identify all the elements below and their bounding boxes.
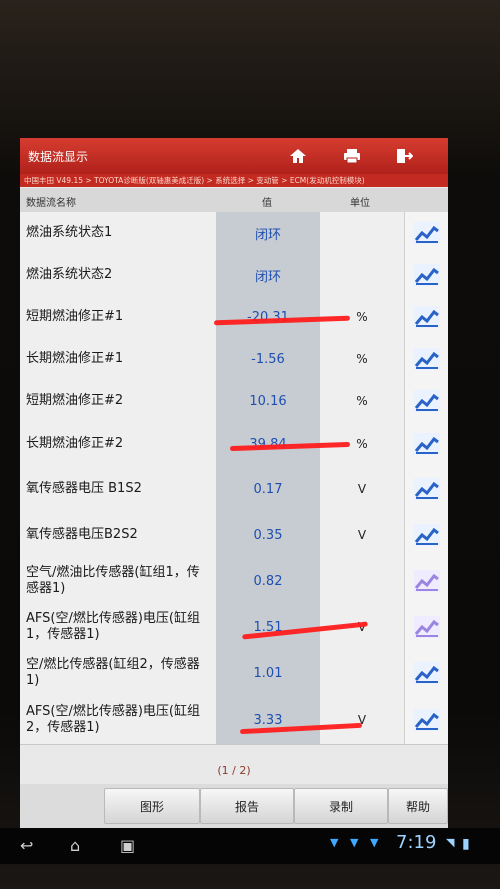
home-nav-icon[interactable]: ⌂ [70, 836, 80, 855]
row-value: 闭环 [216, 212, 320, 254]
row-unit [324, 650, 400, 696]
back-icon[interactable]: ↩ [20, 836, 33, 855]
row-unit: V [357, 528, 367, 542]
header-unit: 单位 [350, 198, 370, 209]
graph-icon[interactable] [404, 696, 448, 744]
shield-icon: ▼ [350, 836, 359, 849]
graph-icon[interactable] [404, 466, 448, 512]
row-value: 0.35 [216, 512, 320, 558]
table-row[interactable]: 空/燃比传感器(缸组2，传感器1) 1.01 [20, 650, 448, 697]
row-unit: V [357, 482, 367, 496]
table-header: 数据流名称 值 单位 [20, 188, 448, 212]
row-name: 燃油系统状态1 [26, 224, 113, 240]
row-name: 短期燃油修正#1 [26, 308, 124, 324]
row-name: 空/燃比传感器(缸组2，传感器1) [26, 656, 200, 688]
row-unit: V [357, 713, 367, 727]
table-row[interactable]: AFS(空/燃比传感器)电压(缸组1，传感器1) 1.51 V [20, 604, 448, 651]
android-nav-bar: ↩ ⌂ ▣ ▼ ▼ ▼ 7:19 ◥ ▮ [0, 828, 500, 864]
wifi-icon: ◥ [446, 836, 455, 849]
printer-icon[interactable] [340, 144, 364, 168]
table-row[interactable]: 燃油系统状态2 闭环 [20, 254, 448, 297]
table-row[interactable]: 燃油系统状态1 闭环 [20, 212, 448, 255]
report-button[interactable]: 报告 [200, 788, 294, 824]
page-indicator: (1 / 2) [217, 764, 251, 777]
home-icon[interactable] [286, 144, 310, 168]
page-title: 数据流显示 [28, 150, 89, 164]
graph-icon[interactable] [404, 254, 448, 296]
recent-apps-icon[interactable]: ▣ [120, 836, 135, 855]
row-value: 3.33 [216, 696, 320, 744]
row-name: 空气/燃油比传感器(缸组1，传感器1) [26, 564, 200, 596]
graph-icon[interactable] [404, 650, 448, 696]
row-value: -1.56 [216, 338, 320, 380]
table-row[interactable]: 长期燃油修正#1 -1.56 % [20, 338, 448, 381]
graph-button[interactable]: 图形 [104, 788, 200, 824]
row-name: 短期燃油修正#2 [26, 392, 124, 408]
graph-icon[interactable] [404, 604, 448, 650]
shield-icon: ▼ [330, 836, 339, 849]
graph-icon[interactable] [404, 338, 448, 380]
record-button[interactable]: 录制 [294, 788, 388, 824]
row-value: 0.17 [216, 466, 320, 512]
row-value: 0.82 [216, 558, 320, 604]
graph-icon[interactable] [404, 212, 448, 254]
exit-icon[interactable] [392, 144, 416, 168]
table-row[interactable]: 空气/燃油比传感器(缸组1，传感器1) 0.82 [20, 558, 448, 605]
table-row[interactable]: 氧传感器电压B2S2 0.35 V [20, 512, 448, 559]
row-name: 燃油系统状态2 [26, 266, 113, 282]
row-value: 10.16 [216, 380, 320, 422]
table-row[interactable]: 短期燃油修正#1 -20.31 % [20, 296, 448, 339]
table-row[interactable]: 氧传感器电压 B1S2 0.17 V [20, 466, 448, 513]
graph-icon[interactable] [404, 512, 448, 558]
row-name: AFS(空/燃比传感器)电压(缸组2，传感器1) [26, 703, 200, 735]
row-unit [324, 254, 400, 296]
breadcrumb: 中国丰田 V49.15 > TOYOTA诊断版(双轴惠美成迁版) > 系统选择 … [20, 174, 448, 187]
graph-icon[interactable] [404, 296, 448, 338]
header-name: 数据流名称 [26, 198, 76, 209]
graph-icon[interactable] [404, 422, 448, 466]
row-name: 长期燃油修正#2 [26, 435, 124, 451]
title-bar: 数据流显示 [20, 138, 448, 174]
row-name: AFS(空/燃比传感器)电压(缸组1，传感器1) [26, 610, 200, 642]
row-unit [324, 212, 400, 254]
row-unit: % [356, 352, 368, 366]
row-value: 闭环 [216, 254, 320, 296]
help-button[interactable]: 帮助 [388, 788, 448, 824]
table-row[interactable]: AFS(空/燃比传感器)电压(缸组2，传感器1) 3.33 V [20, 696, 448, 745]
graph-icon[interactable] [404, 380, 448, 422]
app-screen: 数据流显示 中国丰田 V49.15 > TOYOTA诊断版(双轴惠美成迁版) >… [20, 138, 448, 828]
graph-icon[interactable] [404, 558, 448, 604]
row-name: 氧传感器电压B2S2 [26, 526, 138, 542]
header-value: 值 [262, 198, 272, 209]
row-unit: % [356, 394, 368, 408]
row-name: 长期燃油修正#1 [26, 350, 124, 366]
row-name: 氧传感器电压 B1S2 [26, 480, 142, 496]
battery-icon: ▮ [462, 836, 470, 852]
table-row[interactable]: 长期燃油修正#2 39.84 % [20, 422, 448, 467]
shield-icon: ▼ [370, 836, 379, 849]
table-row[interactable]: 短期燃油修正#2 10.16 % [20, 380, 448, 423]
status-clock: 7:19 [396, 832, 437, 853]
bottom-button-bar: 图形 报告 录制 帮助 [20, 784, 448, 828]
row-value: 1.01 [216, 650, 320, 696]
row-unit [324, 558, 400, 604]
